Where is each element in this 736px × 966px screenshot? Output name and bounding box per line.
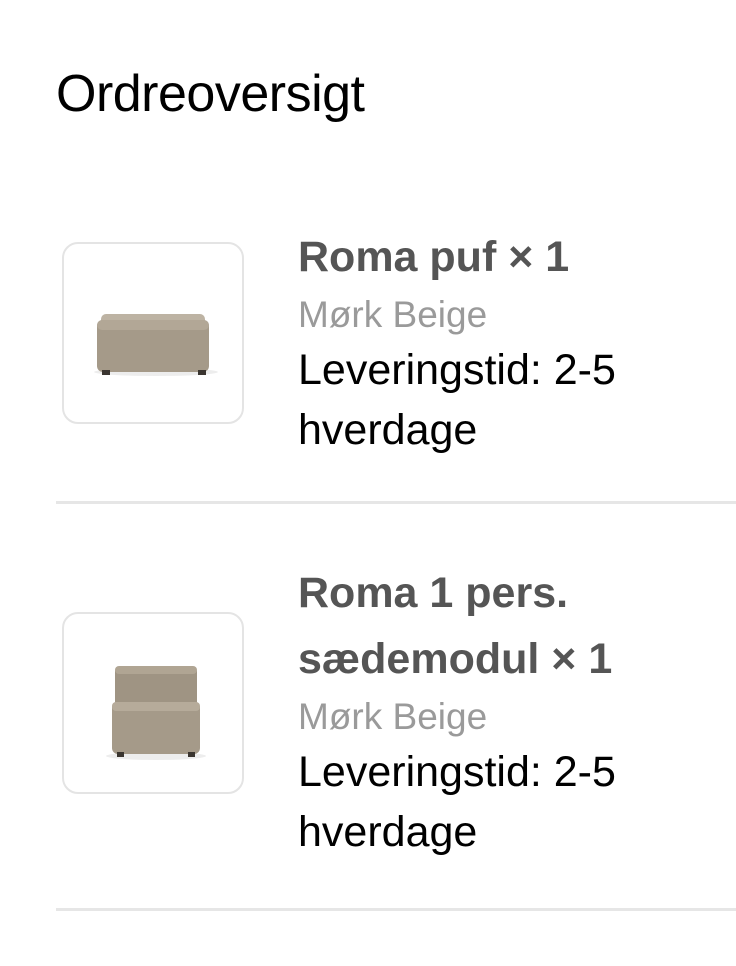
pouf-image xyxy=(94,314,218,376)
product-name[interactable]: Roma puf × 1 xyxy=(298,224,728,290)
order-item[interactable]: Roma 1 pers. sædemodul × 1 Mørk Beige Le… xyxy=(56,569,736,856)
product-variant: Mørk Beige xyxy=(298,696,488,737)
product-name[interactable]: Roma 1 pers. sædemodul × 1 xyxy=(298,560,728,692)
product-variant: Mørk Beige xyxy=(298,294,488,335)
page-title: Ordreoversigt xyxy=(56,65,365,123)
product-thumbnail[interactable] xyxy=(62,612,244,794)
delivery-time: Leveringstid: 2-5 hverdage xyxy=(298,748,616,856)
order-item[interactable]: Roma puf × 1 Mørk Beige Leveringstid: 2-… xyxy=(56,233,736,454)
seat-module-image xyxy=(106,666,206,760)
divider xyxy=(56,908,736,911)
product-thumbnail[interactable] xyxy=(62,242,244,424)
divider xyxy=(56,501,736,504)
delivery-time: Leveringstid: 2-5 hverdage xyxy=(298,346,616,454)
